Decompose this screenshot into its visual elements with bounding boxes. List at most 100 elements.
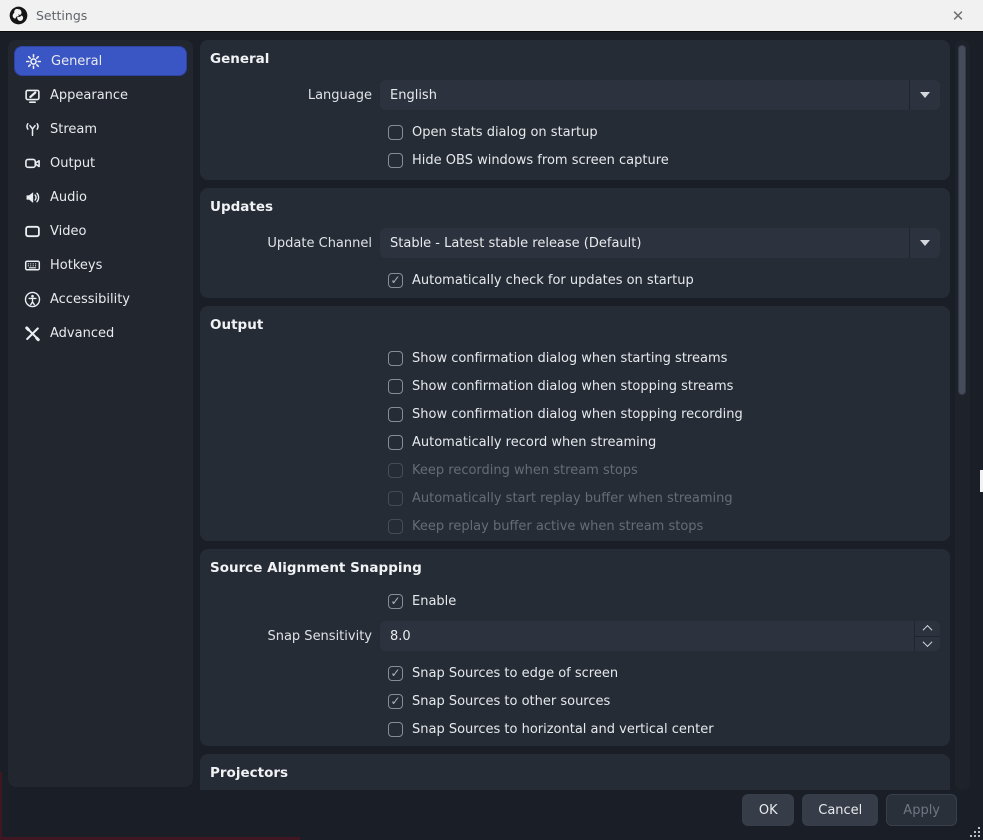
window-title: Settings (36, 8, 87, 23)
sidebar-item-advanced[interactable]: Advanced (14, 318, 187, 348)
chevron-up-icon (923, 625, 933, 635)
settings-window: Settings ✕ General Appearance (0, 0, 983, 840)
chevron-down-icon (920, 92, 930, 98)
checkbox-icon (388, 491, 403, 506)
sidebar-item-accessibility[interactable]: Accessibility (14, 284, 187, 314)
scrollbar[interactable] (955, 40, 970, 790)
cancel-button[interactable]: Cancel (802, 794, 878, 826)
spinner-buttons (914, 621, 940, 651)
sidebar-item-general[interactable]: General (14, 46, 187, 76)
resize-grip-icon[interactable] (968, 825, 980, 837)
snap-sensitivity-spinner[interactable]: 8.0 (380, 621, 940, 651)
snap-sensitivity-label: Snap Sensitivity (210, 629, 380, 644)
checkbox-icon (388, 594, 403, 609)
dropdown-button[interactable] (909, 80, 940, 110)
obs-logo-icon (9, 6, 28, 25)
checkbox-confirm-stop-stream[interactable]: Show confirmation dialog when stopping s… (388, 376, 940, 396)
sidebar-item-label: Appearance (50, 88, 128, 103)
sidebar-item-label: Video (50, 224, 86, 239)
apply-button[interactable]: Apply (886, 794, 957, 826)
checkbox-icon (388, 153, 403, 168)
checkbox-keep-recording-on-stop: Keep recording when stream stops (388, 460, 940, 480)
section-output: Output Show confirmation dialog when sta… (200, 306, 950, 541)
checkbox-label: Show confirmation dialog when stopping r… (412, 407, 743, 422)
checkbox-label: Show confirmation dialog when stopping s… (412, 379, 733, 394)
speaker-icon (24, 189, 41, 206)
ok-button[interactable]: OK (742, 794, 794, 826)
camera-icon (24, 155, 41, 172)
section-title: Projectors (210, 762, 940, 781)
display-icon (24, 223, 41, 240)
background-edge (0, 772, 2, 840)
checkbox-icon (388, 125, 403, 140)
sidebar-item-hotkeys[interactable]: Hotkeys (14, 250, 187, 280)
update-channel-label: Update Channel (210, 236, 380, 251)
snap-sensitivity-value: 8.0 (380, 629, 914, 644)
update-channel-value: Stable - Latest stable release (Default) (380, 236, 909, 251)
dropdown-button[interactable] (909, 228, 940, 258)
checkbox-confirm-start-stream[interactable]: Show confirmation dialog when starting s… (388, 348, 940, 368)
sidebar-item-label: General (51, 54, 102, 69)
checkbox-label: Show confirmation dialog when starting s… (412, 351, 727, 366)
antenna-icon (24, 121, 41, 138)
accessibility-icon (24, 291, 41, 308)
update-channel-select[interactable]: Stable - Latest stable release (Default) (380, 228, 940, 258)
checkbox-label: Keep recording when stream stops (412, 463, 638, 478)
chevron-down-icon (923, 637, 933, 647)
sidebar-item-label: Audio (50, 190, 87, 205)
checkbox-label: Snap Sources to other sources (412, 694, 610, 709)
checkbox-icon (388, 666, 403, 681)
checkbox-snapping-enable[interactable]: Enable (388, 591, 940, 611)
checkbox-hide-obs-windows[interactable]: Hide OBS windows from screen capture (388, 150, 940, 170)
checkbox-auto-replay-buffer: Automatically start replay buffer when s… (388, 488, 940, 508)
checkbox-snap-other-sources[interactable]: Snap Sources to other sources (388, 691, 940, 711)
checkbox-confirm-stop-recording[interactable]: Show confirmation dialog when stopping r… (388, 404, 940, 424)
spinner-down-button[interactable] (915, 637, 940, 652)
checkbox-open-stats[interactable]: Open stats dialog on startup (388, 122, 940, 142)
sidebar-item-audio[interactable]: Audio (14, 182, 187, 212)
checkbox-label: Snap Sources to edge of screen (412, 666, 618, 681)
language-label: Language (210, 88, 380, 103)
checkbox-icon (388, 407, 403, 422)
spinner-up-button[interactable] (915, 621, 940, 637)
checkbox-label: Automatically check for updates on start… (412, 273, 694, 288)
checkbox-snap-edge[interactable]: Snap Sources to edge of screen (388, 663, 940, 683)
checkbox-icon (388, 379, 403, 394)
scrollbar-thumb[interactable] (958, 45, 966, 395)
checkbox-icon (388, 519, 403, 534)
checkbox-icon (388, 463, 403, 478)
gear-icon (25, 53, 42, 70)
sidebar-item-stream[interactable]: Stream (14, 114, 187, 144)
checkbox-snap-center[interactable]: Snap Sources to horizontal and vertical … (388, 719, 940, 739)
sidebar-item-video[interactable]: Video (14, 216, 187, 246)
checkbox-label: Open stats dialog on startup (412, 125, 598, 140)
section-title: General (210, 48, 940, 67)
sidebar-item-label: Output (50, 156, 95, 171)
checkbox-label: Keep replay buffer active when stream st… (412, 519, 703, 534)
chevron-down-icon (920, 240, 930, 246)
section-general: General Language English Open stats dial… (200, 40, 950, 180)
section-snapping: Source Alignment Snapping Enable Snap Se… (200, 549, 950, 746)
checkbox-label: Snap Sources to horizontal and vertical … (412, 722, 714, 737)
section-title: Output (210, 314, 940, 333)
tools-icon (24, 325, 41, 342)
section-title: Updates (210, 196, 940, 215)
sidebar-item-output[interactable]: Output (14, 148, 187, 178)
language-value: English (380, 88, 909, 103)
checkbox-icon (388, 435, 403, 450)
close-icon[interactable]: ✕ (941, 0, 975, 31)
appearance-icon (24, 87, 41, 104)
checkbox-auto-record-when-streaming[interactable]: Automatically record when streaming (388, 432, 940, 452)
language-select[interactable]: English (380, 80, 940, 110)
checkbox-icon (388, 273, 403, 288)
sidebar-item-label: Accessibility (50, 292, 130, 307)
checkbox-auto-update-check[interactable]: Automatically check for updates on start… (388, 270, 940, 290)
checkbox-label: Automatically record when streaming (412, 435, 656, 450)
settings-content: General Language English Open stats dial… (200, 40, 950, 790)
checkbox-keep-replay-buffer: Keep replay buffer active when stream st… (388, 516, 940, 536)
checkbox-icon (388, 694, 403, 709)
keyboard-icon (24, 257, 41, 274)
section-title: Source Alignment Snapping (210, 557, 940, 576)
checkbox-icon (388, 351, 403, 366)
sidebar-item-appearance[interactable]: Appearance (14, 80, 187, 110)
